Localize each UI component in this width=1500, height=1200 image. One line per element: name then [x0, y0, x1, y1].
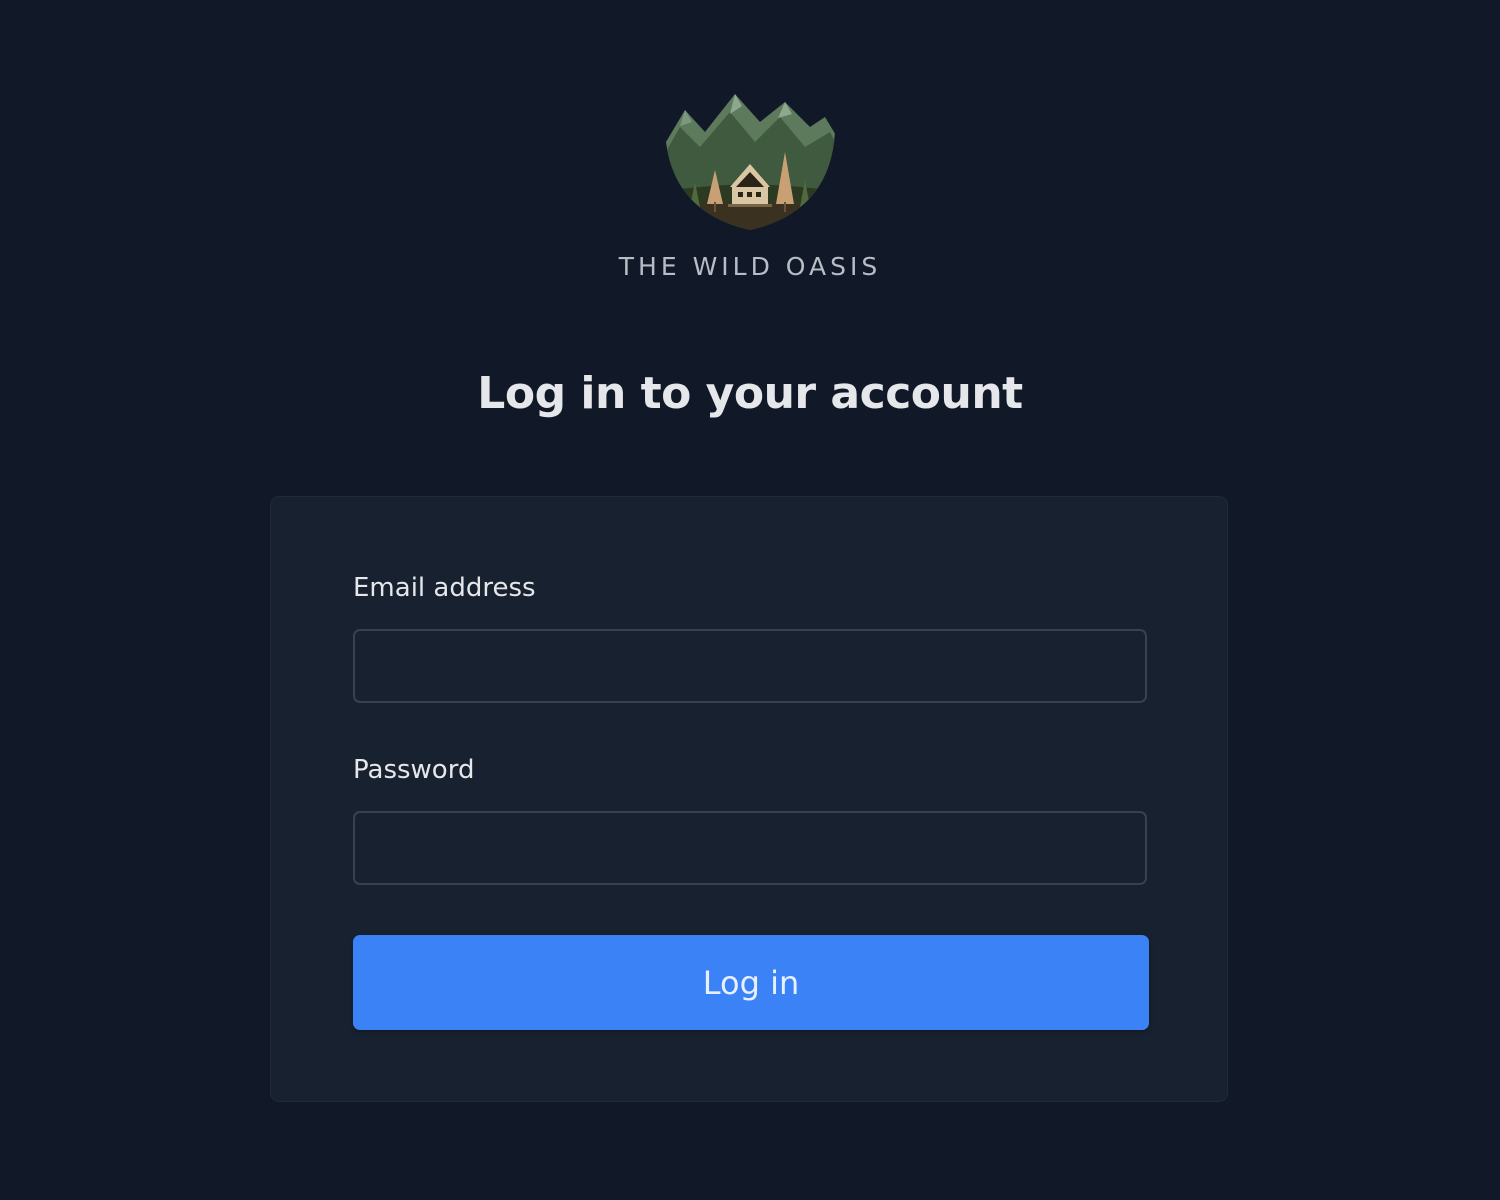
mountain-cabin-logo-icon [665, 92, 835, 230]
brand-logo: THE WILD OASIS [0, 92, 1500, 281]
email-input[interactable] [353, 629, 1147, 703]
page-title: Log in to your account [477, 368, 1023, 419]
login-button[interactable]: Log in [353, 935, 1149, 1030]
brand-name: THE WILD OASIS [618, 252, 882, 281]
login-form-card: Email address Password Log in [270, 496, 1228, 1102]
email-label: Email address [353, 573, 536, 603]
password-input[interactable] [353, 811, 1147, 885]
password-label: Password [353, 755, 475, 785]
